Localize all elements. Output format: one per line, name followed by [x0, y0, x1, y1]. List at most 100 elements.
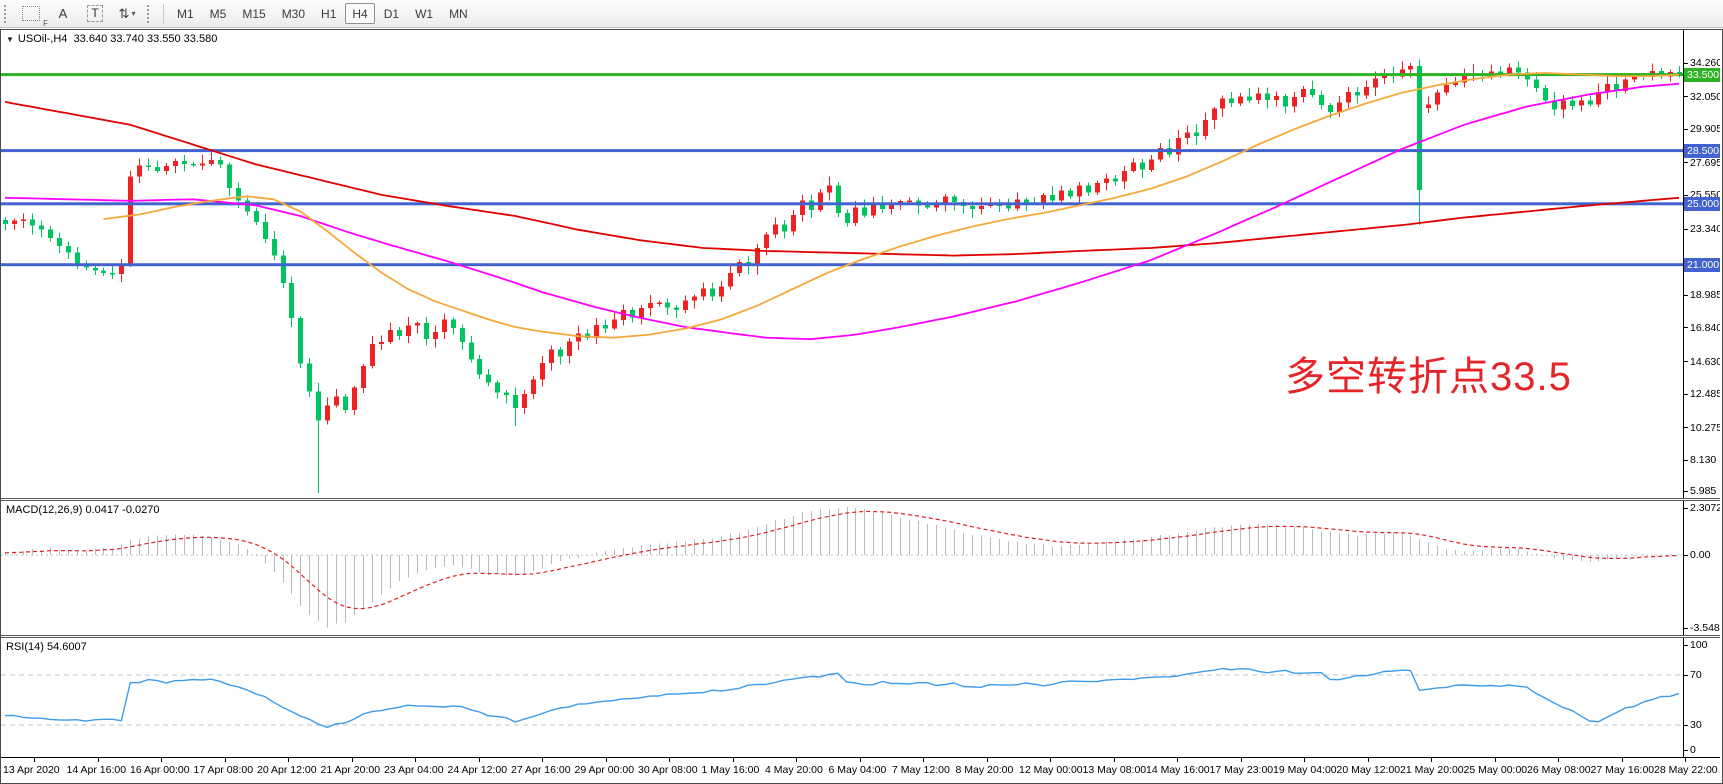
time-tick [288, 758, 289, 762]
text-label-glyph: T [87, 5, 102, 22]
timeframe-buttons: M1M5M15M30H1H4D1W1MN [169, 3, 476, 24]
time-axis-label: 1 May 16:00 [702, 764, 760, 776]
ohlc-values: 33.640 33.740 33.550 33.580 [74, 33, 218, 45]
timeframe-mn[interactable]: MN [442, 3, 475, 24]
rsi-label: RSI(14) 54.6007 [6, 641, 87, 653]
time-tick [1558, 758, 1559, 762]
time-tick [1177, 758, 1178, 762]
time-tick [1304, 758, 1305, 762]
timeframe-w1[interactable]: W1 [408, 3, 440, 24]
rsi-plot[interactable] [1, 638, 1684, 762]
time-axis-label: 12 May 00:00 [1019, 764, 1083, 776]
timeframe-h1[interactable]: H1 [314, 3, 343, 24]
price-axis[interactable]: 34.26032.05029.90527.69525.55023.34018.9… [1683, 30, 1720, 498]
toolbar-grip[interactable] [147, 5, 152, 23]
arrows-glyph: ⇅ [119, 6, 130, 22]
macd-label: MACD(12,26,9) 0.0417 -0.0270 [6, 504, 159, 516]
toolbar-grip[interactable] [4, 5, 9, 23]
toolbar-separator [163, 4, 164, 24]
axis-tick-label: 10.275 [1690, 422, 1720, 434]
time-axis-label: 17 May 23:00 [1210, 764, 1274, 776]
time-axis[interactable]: 13 Apr 202014 Apr 16:0016 Apr 00:0017 Ap… [1, 757, 1720, 782]
time-axis-label: 24 Apr 12:00 [448, 764, 508, 776]
text-tool-glyph: A [59, 6, 68, 21]
text-label-tool-icon[interactable]: T [79, 3, 111, 25]
price-panel[interactable]: ▼USOil-,H4 33.640 33.740 33.550 33.580 多… [1, 30, 1720, 498]
time-tick [1431, 758, 1432, 762]
time-tick [1241, 758, 1242, 762]
time-axis-label: 6 May 04:00 [829, 764, 887, 776]
time-tick [733, 758, 734, 762]
axis-tick [1684, 508, 1688, 509]
axis-tick-label: 14.630 [1690, 356, 1720, 368]
price-line-badge: 21.000 [1684, 258, 1720, 272]
axis-tick-label: -3.5484 [1690, 622, 1720, 634]
time-axis-label: 16 Apr 00:00 [130, 764, 190, 776]
axis-tick [1684, 427, 1688, 428]
time-tick [860, 758, 861, 762]
chart-title: ▼USOil-,H4 33.640 33.740 33.550 33.580 [6, 33, 217, 45]
time-tick [542, 758, 543, 762]
time-axis-label: 28 May 22:00 [1654, 764, 1718, 776]
axis-tick [1684, 195, 1688, 196]
timeframe-m5[interactable]: M5 [203, 3, 234, 24]
arrows-tool-icon[interactable]: ⇅ ▾ [111, 3, 143, 25]
price-line-badge: 25.000 [1684, 197, 1720, 211]
time-tick [161, 758, 162, 762]
time-axis-label: 13 May 08:00 [1083, 764, 1147, 776]
macd-axis[interactable]: 2.30720.00-3.5484 [1683, 501, 1720, 635]
time-axis-label: 29 Apr 00:00 [575, 764, 635, 776]
axis-tick [1684, 628, 1688, 629]
text-tool-icon[interactable]: A [47, 3, 79, 25]
time-tick [1622, 758, 1623, 762]
chart-annotation-text: 多空转折点33.5 [1285, 344, 1572, 402]
time-tick [1495, 758, 1496, 762]
axis-tick-label: 0.00 [1690, 549, 1710, 561]
axis-tick [1684, 675, 1688, 676]
rsi-axis[interactable]: 10070300 [1683, 638, 1720, 757]
axis-tick [1684, 645, 1688, 646]
time-axis-label: 17 Apr 08:00 [194, 764, 254, 776]
time-axis-label: 27 Apr 16:00 [511, 764, 571, 776]
time-axis-label: 25 May 00:00 [1464, 764, 1528, 776]
time-tick [352, 758, 353, 762]
time-tick [225, 758, 226, 762]
macd-panel[interactable]: MACD(12,26,9) 0.0417 -0.0270 2.30720.00-… [1, 501, 1720, 635]
time-tick [1050, 758, 1051, 762]
toolbar: F A T ⇅ ▾ M1M5M15M30H1H4D1W1MN [0, 0, 1723, 28]
axis-tick [1684, 750, 1688, 751]
time-tick [415, 758, 416, 762]
axis-tick-label: 32.050 [1690, 91, 1720, 103]
time-tick [1368, 758, 1369, 762]
time-tick [34, 758, 35, 762]
axis-tick-label: 0 [1690, 744, 1696, 756]
timeframe-m30[interactable]: M30 [275, 3, 312, 24]
time-tick [923, 758, 924, 762]
timeframe-m15[interactable]: M15 [235, 3, 272, 24]
axis-tick-label: 29.905 [1690, 123, 1720, 135]
axis-tick [1684, 63, 1688, 64]
price-plot[interactable] [1, 30, 1684, 503]
axis-tick [1684, 555, 1688, 556]
macd-plot[interactable] [1, 501, 1684, 640]
freehand-selection-icon[interactable]: F [15, 3, 47, 25]
axis-tick [1684, 361, 1688, 362]
axis-tick-label: 100 [1690, 639, 1708, 651]
time-tick [98, 758, 99, 762]
dotted-box-icon [22, 6, 40, 21]
axis-tick [1684, 725, 1688, 726]
timeframe-d1[interactable]: D1 [377, 3, 406, 24]
time-axis-label: 27 May 16:00 [1591, 764, 1655, 776]
timeframe-m1[interactable]: M1 [170, 3, 201, 24]
time-axis-label: 7 May 12:00 [892, 764, 950, 776]
rsi-panel[interactable]: RSI(14) 54.6007 10070300 [1, 638, 1720, 757]
symbol-dropdown-icon[interactable]: ▼ [6, 35, 14, 44]
axis-tick [1684, 295, 1688, 296]
time-tick [1114, 758, 1115, 762]
chart-window: ▼USOil-,H4 33.640 33.740 33.550 33.580 多… [0, 29, 1723, 784]
axis-tick [1684, 460, 1688, 461]
dropdown-caret-icon[interactable]: ▾ [131, 9, 135, 18]
time-axis-label: 30 Apr 08:00 [638, 764, 698, 776]
time-tick [606, 758, 607, 762]
timeframe-h4[interactable]: H4 [345, 3, 374, 24]
